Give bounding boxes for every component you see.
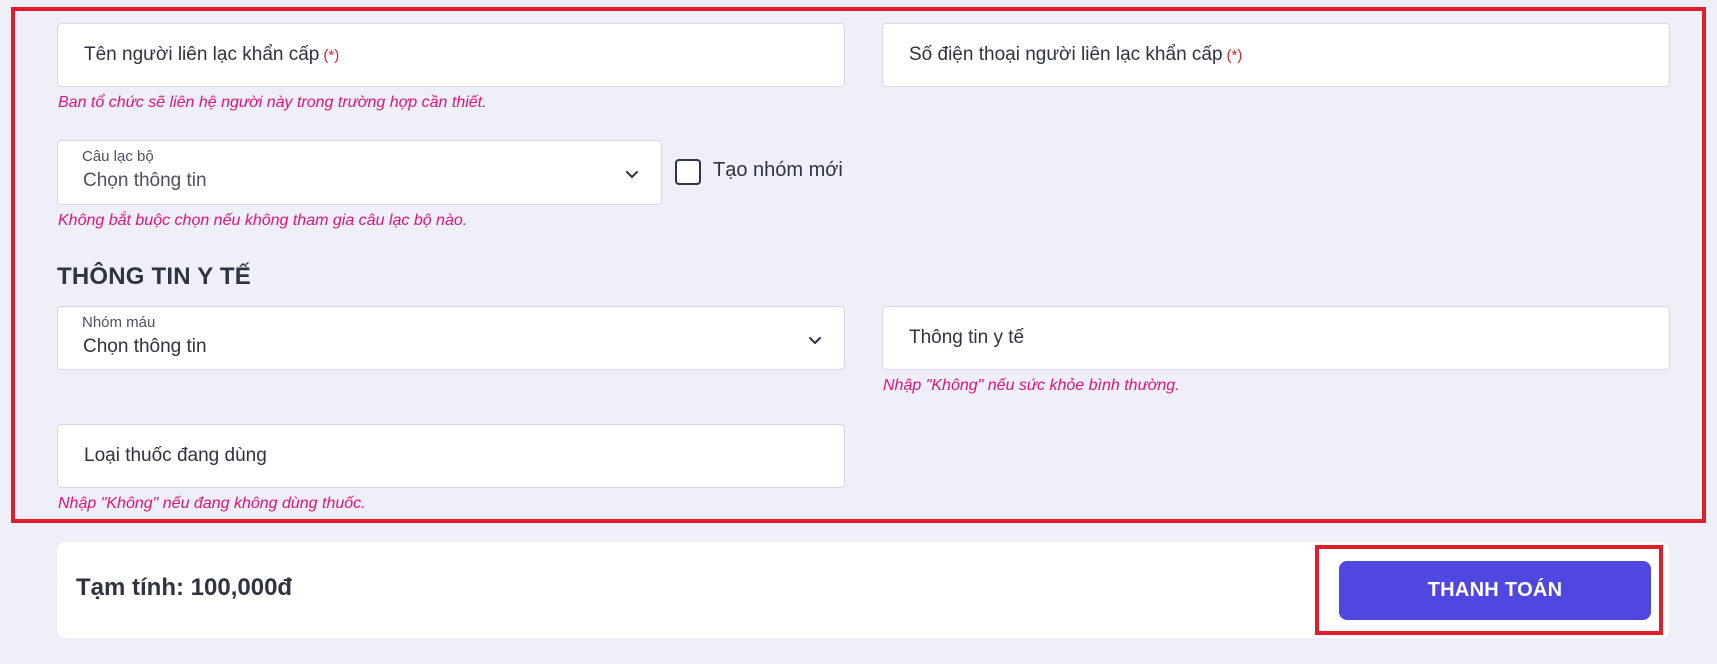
subtotal-text: Tạm tính: 100,000đ (76, 574, 293, 601)
pay-button-highlight-frame (1315, 545, 1663, 635)
form-highlight-frame (11, 7, 1706, 523)
